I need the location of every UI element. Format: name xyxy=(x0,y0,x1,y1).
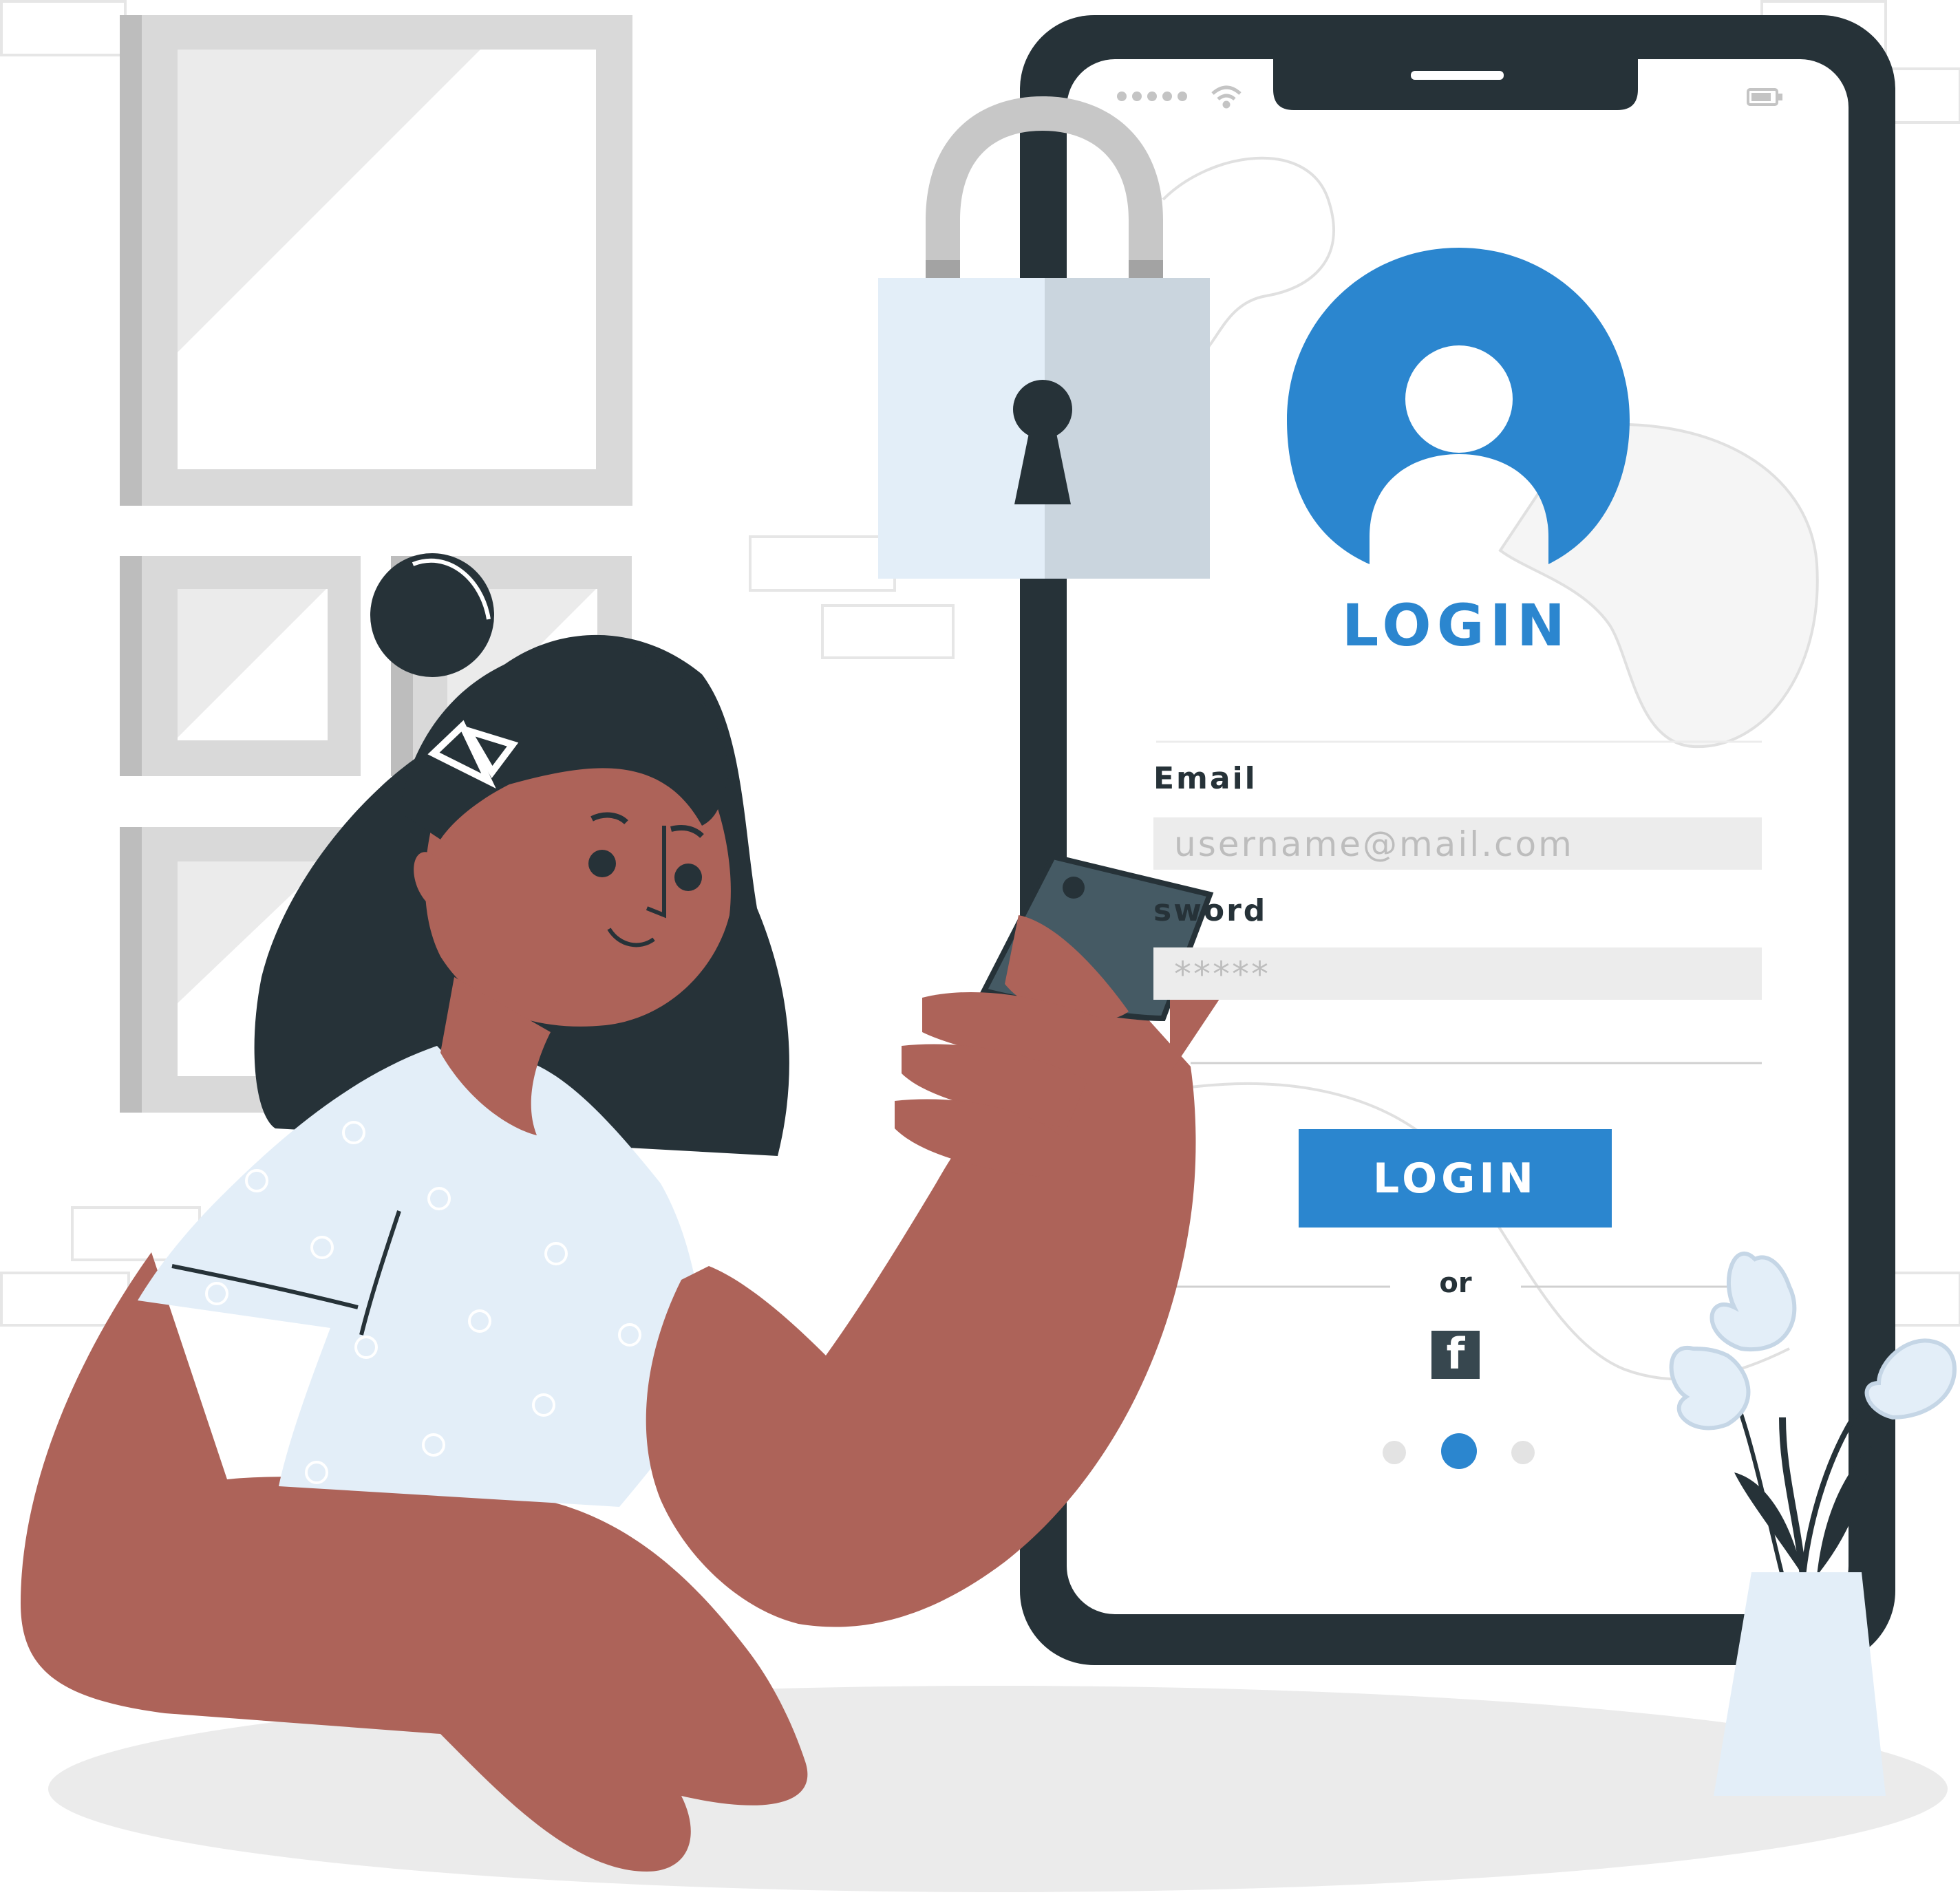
password-field[interactable]: ***** xyxy=(1153,947,1762,1000)
login-button[interactable]: LOGIN xyxy=(1299,1129,1612,1228)
facebook-icon[interactable]: f xyxy=(1431,1331,1480,1379)
pagination-dot[interactable] xyxy=(1511,1441,1535,1464)
email-label: Email xyxy=(1153,761,1257,796)
eye-icon xyxy=(588,850,616,877)
email-placeholder: username@mail.com xyxy=(1174,824,1574,864)
pagination-dot-active[interactable] xyxy=(1441,1433,1477,1469)
email-field[interactable]: username@mail.com xyxy=(1153,817,1762,870)
password-label: sword xyxy=(1153,893,1268,928)
password-value: ***** xyxy=(1174,954,1270,994)
login-title: LOGIN xyxy=(1341,592,1571,659)
or-divider-text: or xyxy=(1439,1267,1472,1299)
eye-icon xyxy=(674,864,702,891)
pagination-dot[interactable] xyxy=(1383,1441,1406,1464)
facebook-glyph: f xyxy=(1446,1331,1465,1379)
